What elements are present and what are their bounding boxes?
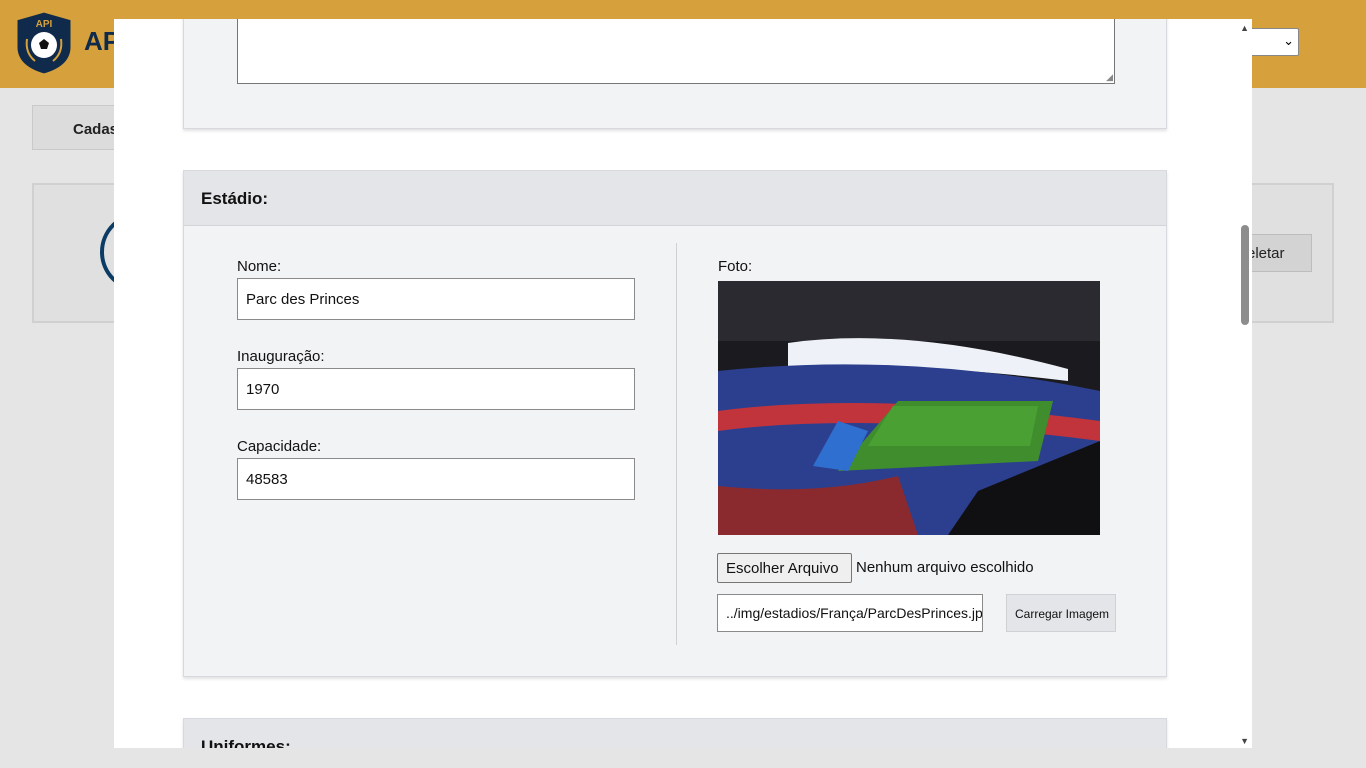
stadium-section: Estádio: Nome: Parc des Princes Inaugura…: [183, 170, 1167, 677]
uniforms-section-title: Uniformes:: [184, 719, 1166, 748]
edit-modal: ◢ Estádio: Nome: Parc des Princes Inaugu…: [114, 19, 1252, 748]
choose-file-button[interactable]: Escolher Arquivo: [717, 553, 852, 583]
stadium-name-input[interactable]: Parc des Princes: [237, 278, 635, 320]
stadium-section-title: Estádio:: [184, 171, 1166, 226]
stadium-photo: [718, 281, 1100, 535]
description-section: ◢: [183, 19, 1167, 129]
photo-label: Foto:: [718, 258, 753, 275]
inauguration-label: Inauguração:: [237, 348, 325, 365]
file-status-text: Nenhum arquivo escolhido: [856, 559, 1034, 576]
modal-scrollbar[interactable]: ▲ ▼: [1235, 19, 1252, 748]
image-path-input[interactable]: ../img/estadios/França/ParcDesPrinces.jp…: [717, 594, 983, 632]
stadium-name-label: Nome:: [237, 258, 282, 275]
header-select[interactable]: ⌄: [1250, 28, 1299, 56]
inauguration-input[interactable]: 1970: [237, 368, 635, 410]
capacity-label: Capacidade:: [237, 438, 322, 455]
resize-handle-icon[interactable]: ◢: [1106, 72, 1113, 83]
capacity-input[interactable]: 48583: [237, 458, 635, 500]
chevron-down-icon: ⌄: [1283, 33, 1294, 48]
scrollbar-thumb[interactable]: [1241, 225, 1249, 325]
load-image-button[interactable]: Carregar Imagem: [1006, 594, 1116, 632]
description-textarea[interactable]: ◢: [237, 19, 1115, 84]
logo-text: API: [36, 19, 53, 30]
scroll-up-arrow-icon[interactable]: ▲: [1240, 23, 1249, 33]
scroll-down-arrow-icon[interactable]: ▼: [1240, 736, 1249, 746]
column-divider: [676, 243, 677, 645]
uniforms-section: Uniformes:: [183, 718, 1167, 748]
club-logo: API: [14, 9, 74, 77]
